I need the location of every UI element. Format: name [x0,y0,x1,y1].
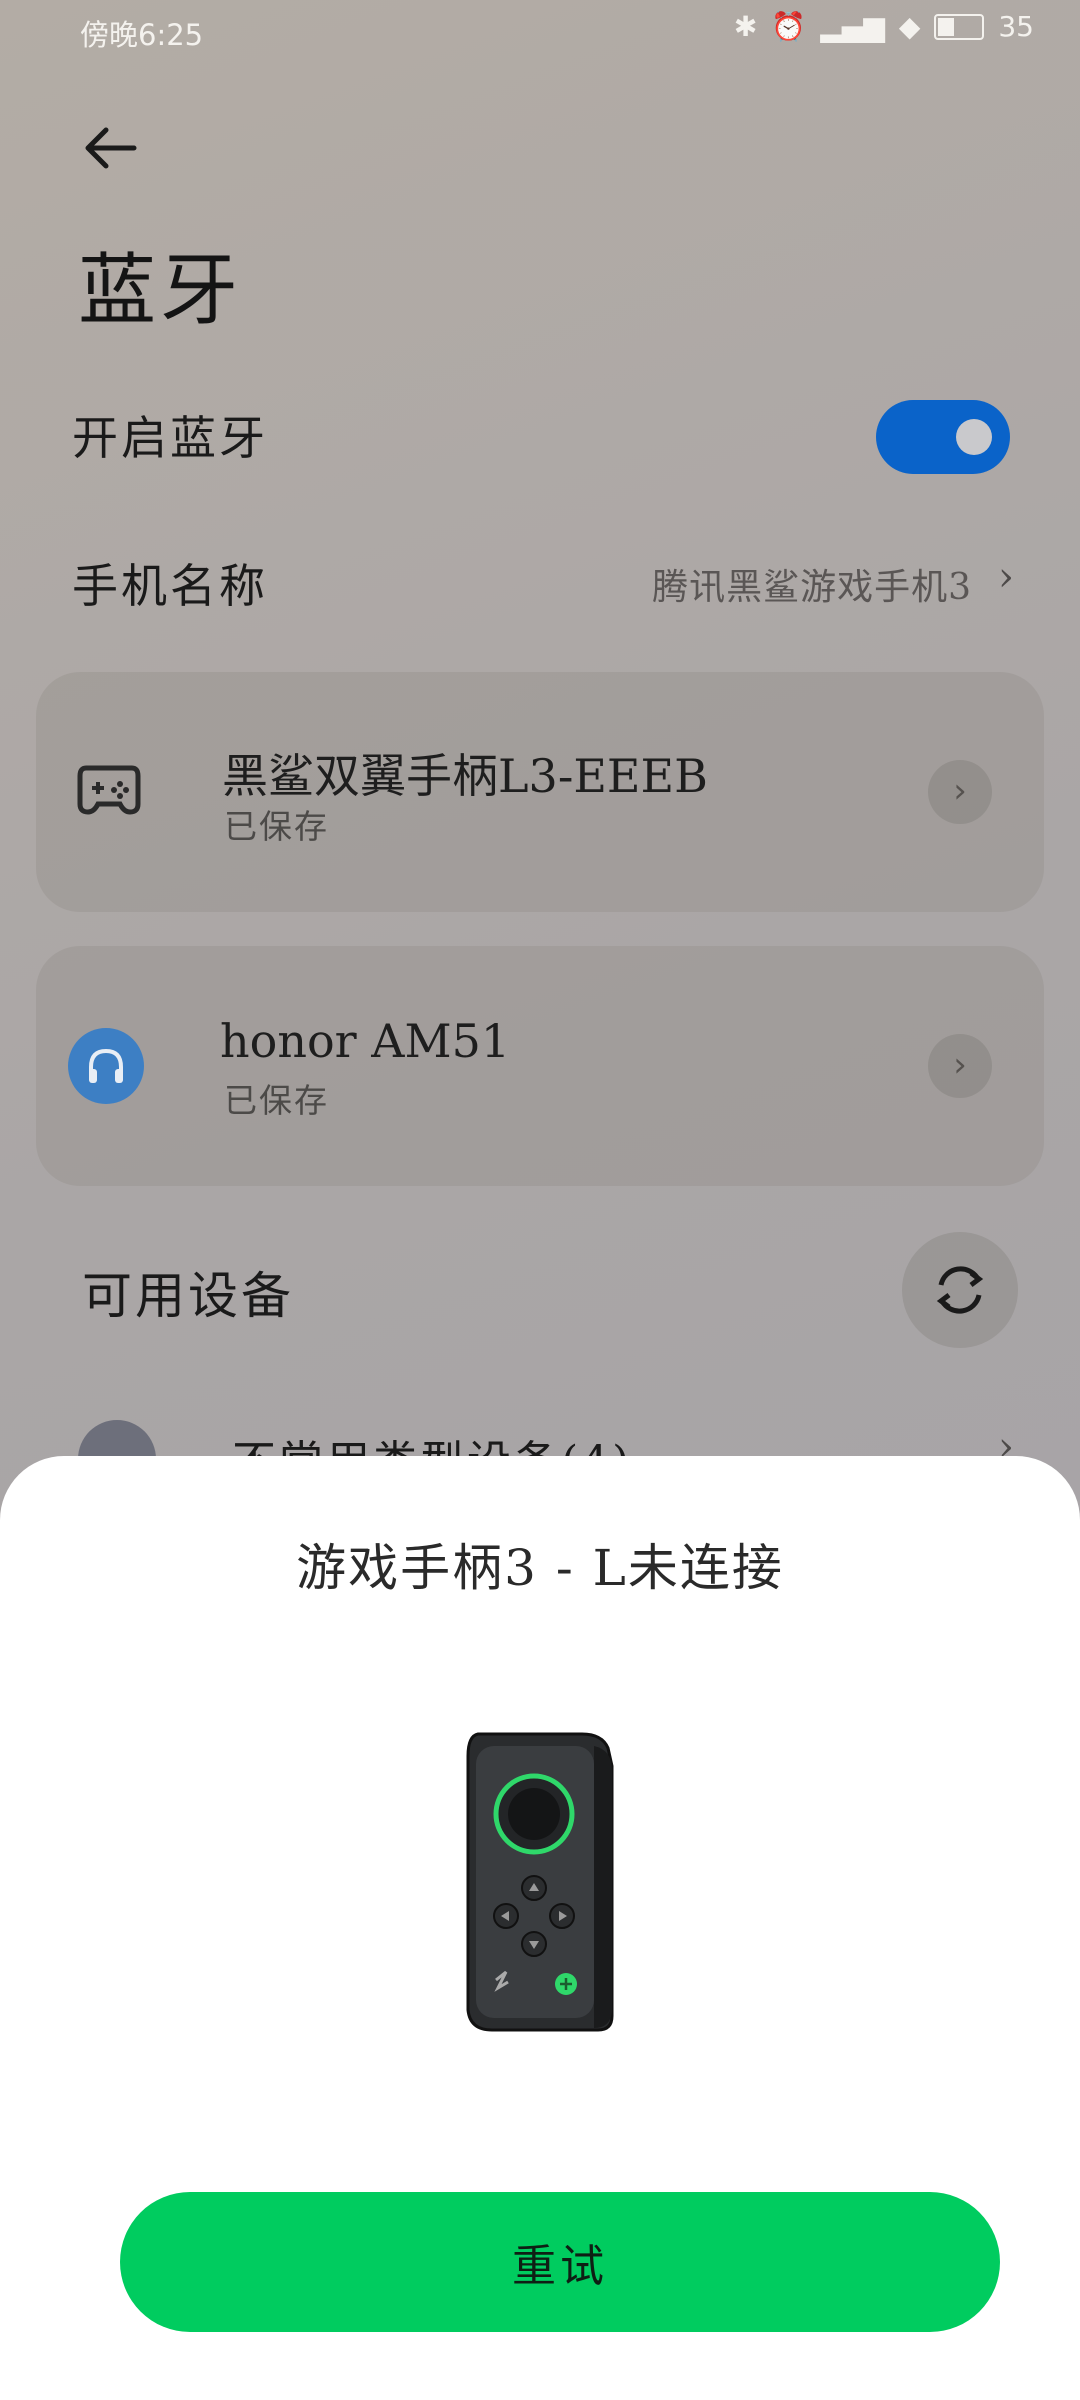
refresh-button[interactable] [902,1232,1018,1348]
status-time: 傍晚6:25 [80,18,204,52]
device-name: honor AM51 [220,1014,511,1068]
gamepad-icon [77,765,141,815]
signal-icon: ▂▄▆ [820,10,885,43]
saved-device-card-gamepad[interactable]: 黑鲨双翼手柄L3-EEEB 已保存 › [36,672,1044,912]
back-button[interactable] [80,118,140,178]
saved-device-card-headphones[interactable]: honor AM51 已保存 › [36,946,1044,1186]
device-name: 黑鲨双翼手柄L3-EEEB [222,749,708,803]
game-controller-image [466,1732,614,2032]
battery-icon [934,13,985,40]
phone-name-row[interactable]: 手机名称 腾讯黑鲨游戏手机3 › [0,530,1080,630]
dialog-title: 游戏手柄3 - L未连接 [296,1539,784,1597]
toggle-knob [956,419,992,455]
battery-level: 35 [998,10,1034,43]
phone-name-label: 手机名称 [72,559,268,613]
status-bar: 傍晚6:25 ✱ ⏰ ▂▄▆ ◆ 35 [0,0,1080,64]
page-title: 蓝牙 [78,246,243,336]
retry-button[interactable]: 重试 [120,2192,1000,2332]
phone-name-value: 腾讯黑鲨游戏手机3 [652,567,972,608]
device-status: 已保存 [224,1081,329,1120]
refresh-icon [936,1266,984,1314]
device-status: 已保存 [224,807,329,846]
wifi-icon: ◆ [898,10,921,43]
bluetooth-icon: ✱ [733,10,758,43]
bluetooth-toggle-label: 开启蓝牙 [72,411,268,465]
device-detail-button[interactable]: › [928,1034,992,1098]
bluetooth-toggle[interactable] [876,400,1010,474]
alarm-icon: ⏰ [771,10,807,43]
headphones-badge [68,1028,144,1104]
available-devices-label: 可用设备 [82,1267,294,1325]
arrow-left-icon [85,127,137,169]
status-icons: ✱ ⏰ ▂▄▆ ◆ 35 [734,10,1034,43]
headphones-icon [89,1048,123,1083]
device-detail-button[interactable]: › [928,760,992,824]
chevron-right-icon: › [998,554,1014,600]
